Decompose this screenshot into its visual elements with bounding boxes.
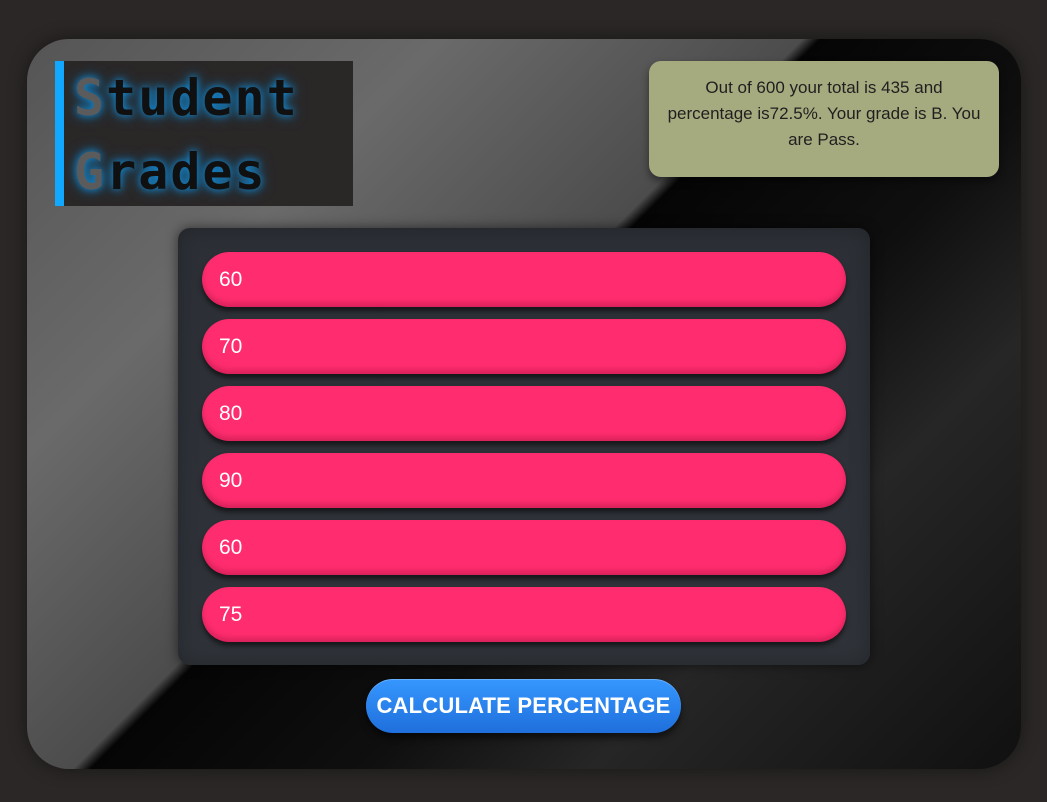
calculate-percentage-button[interactable]: CALCULATE PERCENTAGE <box>366 679 681 733</box>
result-message: Out of 600 your total is 435 and percent… <box>649 61 999 177</box>
mark-input-3[interactable]: 80 <box>202 386 846 441</box>
title-initial-g: G <box>74 143 107 201</box>
student-grades-card: Student Grades Out of 600 your total is … <box>27 39 1021 769</box>
mark-input-5[interactable]: 60 <box>202 520 846 575</box>
marks-input-panel: 60 70 80 90 60 75 <box>178 228 870 665</box>
mark-input-2[interactable]: 70 <box>202 319 846 374</box>
mark-input-4[interactable]: 90 <box>202 453 846 508</box>
title-line-grades: Grades <box>74 147 267 197</box>
title-initial-s: S <box>74 69 107 127</box>
title-line-student: Student <box>74 73 299 123</box>
app-title: Student Grades <box>55 61 353 206</box>
mark-input-6[interactable]: 75 <box>202 587 846 642</box>
title-word-grades-rest: rades <box>106 143 267 201</box>
mark-input-1[interactable]: 60 <box>202 252 846 307</box>
title-word-student-rest: tudent <box>106 69 299 127</box>
